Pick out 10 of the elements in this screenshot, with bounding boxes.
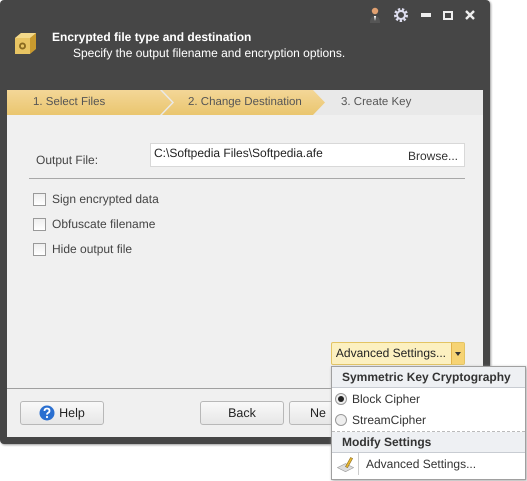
checkbox-label: Obfuscate filename [52, 217, 156, 231]
wizard-step: 2. Change Destination [162, 90, 325, 115]
window-subtitle: Specify the output filename and encryption options. [73, 46, 346, 60]
checkbox-label: Sign encrypted data [52, 192, 159, 206]
checkbox-label: Hide output file [52, 242, 132, 256]
menu-section-header: Modify Settings [332, 432, 525, 453]
wizard-step: 1. Select Files [7, 90, 172, 115]
output-file-label: Output File: [35, 153, 100, 167]
menu-section-header: Symmetric Key Cryptography [332, 367, 525, 388]
window-title: Encrypted file type and destination [52, 30, 252, 44]
